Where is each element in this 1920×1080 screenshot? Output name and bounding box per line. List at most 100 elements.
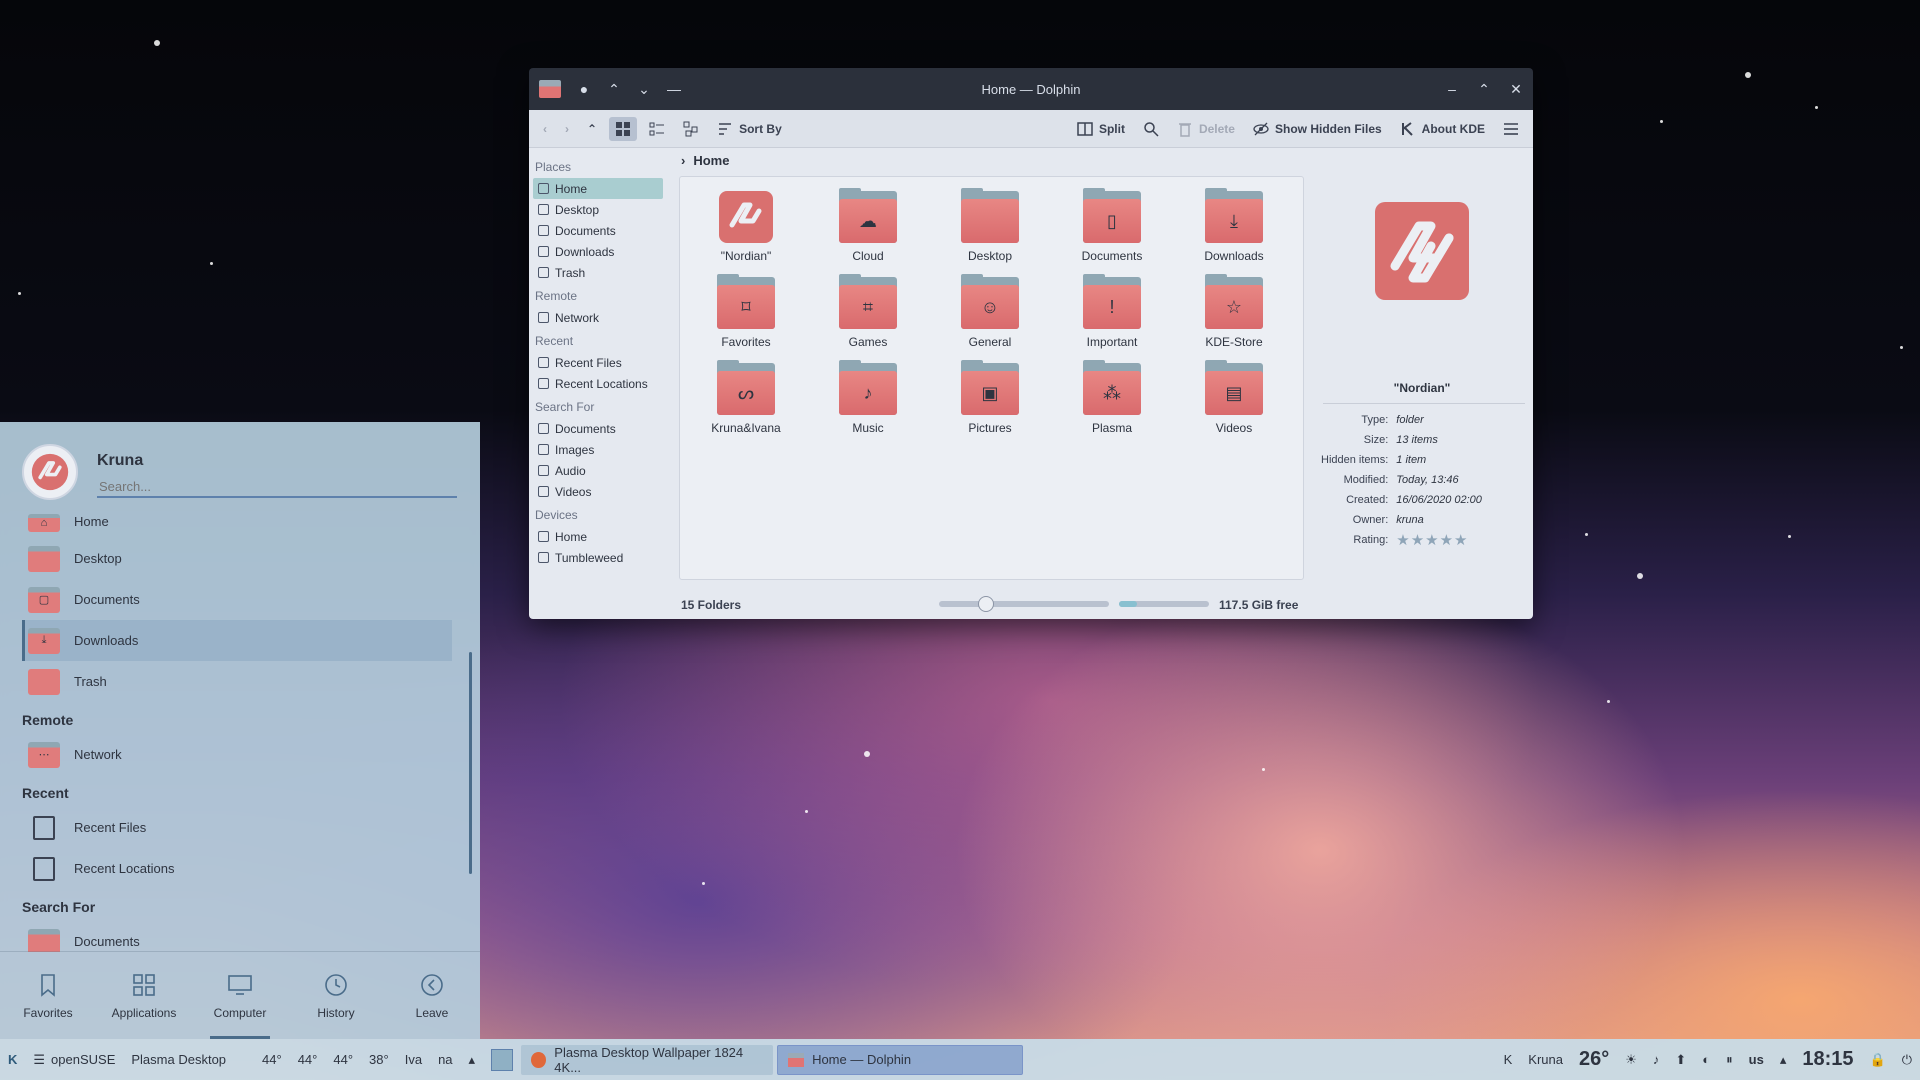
folder-item[interactable]: ☁ Cloud [807,188,929,263]
places-item-documents[interactable]: Documents [529,220,667,241]
show-hidden-files-button[interactable]: Show Hidden Files [1247,117,1388,141]
folder-item[interactable]: ⁂ Plasma [1051,360,1173,435]
search-button[interactable] [1137,117,1165,141]
launcher-item-trash[interactable]: Trash [22,661,452,702]
places-item-search-documents[interactable]: Documents [529,418,667,439]
forward-button[interactable]: › [559,118,575,140]
places-item-recent-locations[interactable]: Recent Locations [529,373,667,394]
launcher-item-recent-locations[interactable]: Recent Locations [22,848,452,889]
power-icon[interactable]: ⏻ [1894,1052,1920,1068]
search-input[interactable] [97,476,457,498]
panel-user[interactable]: Kruna [1520,1052,1571,1067]
desktop-label[interactable]: Plasma Desktop [123,1052,234,1067]
lock-icon[interactable]: 🔒 [1862,1052,1894,1068]
compact-view-button[interactable] [643,117,671,141]
places-item-search-images[interactable]: Images [529,439,667,460]
sort-by-button[interactable]: Sort By [711,117,788,141]
places-item-network[interactable]: Network [529,307,667,328]
details-view-button[interactable] [677,117,705,141]
delete-button[interactable]: Delete [1171,117,1241,141]
folder-item[interactable]: ⌗ Games [807,274,929,349]
volume-icon[interactable]: ◐ [1694,1052,1718,1067]
split-button[interactable]: Split [1071,117,1131,141]
clock[interactable]: 18:15 [1794,1048,1861,1071]
tab-leave[interactable]: Leave [384,952,480,1039]
keyboard-layout[interactable]: us [1741,1052,1772,1067]
places-item-trash[interactable]: Trash [529,262,667,283]
folder-item[interactable]: ! Important [1051,274,1173,349]
launcher-item-home[interactable]: ⌂ Home [22,514,452,538]
folder-item[interactable]: ☺ General [929,274,1051,349]
launcher-item-downloads[interactable]: ⤓ Downloads [22,620,452,661]
weather-temp[interactable]: 26° [1571,1048,1617,1071]
shade-icon[interactable]: — [667,81,681,97]
places-item-recent-files[interactable]: Recent Files [529,352,667,373]
tab-computer[interactable]: Computer [192,952,288,1039]
task-wallpaper[interactable]: Plasma Desktop Wallpaper 1824 4K... [521,1044,774,1075]
pin-icon[interactable]: ● [577,81,591,97]
places-item-desktop[interactable]: Desktop [529,199,667,220]
pager[interactable] [483,1048,521,1071]
user-switch[interactable]: na [430,1052,460,1067]
tab-favorites[interactable]: Favorites [0,952,96,1039]
keep-below-icon[interactable]: ⌄ [637,81,651,98]
kde-connect-icon[interactable]: K [1496,1052,1521,1067]
dolphin-app-icon[interactable] [539,80,561,98]
tab-history[interactable]: History [288,952,384,1039]
image-icon [538,444,549,455]
folder-item[interactable]: ♪ Music [807,360,929,435]
tray-expand-icon[interactable]: ▴ [1772,1052,1795,1068]
launcher-item-documents[interactable]: ▢ Documents [22,579,452,620]
tab-applications[interactable]: Applications [96,952,192,1039]
places-item-device-home[interactable]: Home [529,526,667,547]
folder-item[interactable]: ☆ KDE-Store [1173,274,1295,349]
icons-view-button[interactable] [609,116,638,141]
about-kde-button[interactable]: About KDE [1394,117,1491,141]
places-item-downloads[interactable]: Downloads [529,241,667,262]
bell-icon[interactable]: ♪ [1645,1052,1668,1067]
kde-launcher-button[interactable]: K [0,1052,25,1067]
close-button[interactable]: ✕ [1509,81,1523,98]
launcher-item-search-documents[interactable]: Documents [22,921,452,952]
folder-item[interactable]: ⤓ Downloads [1173,188,1295,263]
folder-item[interactable]: ▣ Pictures [929,360,1051,435]
dolphin-app-icon [788,1052,805,1067]
hamburger-menu-button[interactable] [1497,117,1525,141]
minimize-button[interactable]: – [1445,81,1459,98]
folder-label: Plasma [1091,421,1132,435]
window-titlebar[interactable]: ● ⌃ ⌄ — Home — Dolphin – ⌃ ✕ [529,68,1533,110]
places-item-device-tumbleweed[interactable]: Tumbleweed [529,547,667,568]
keep-above-icon[interactable]: ⌃ [607,81,621,98]
file-view[interactable]: "Nordian" ☁ Cloud Desktop ▯ Documents ⤓ Downloa… [679,176,1304,580]
places-item-search-videos[interactable]: Videos [529,481,667,502]
places-item-home[interactable]: Home [533,178,663,199]
user-switch[interactable]: Iva [397,1052,430,1067]
sun-icon[interactable]: ☀ [1617,1052,1645,1068]
breadcrumb-current[interactable]: Home [693,153,729,168]
update-icon[interactable]: ⬆ [1667,1052,1694,1068]
folder-item[interactable]: ▯ Documents [1051,188,1173,263]
chevron-up-icon[interactable]: ▴ [461,1052,484,1068]
maximize-button[interactable]: ⌃ [1477,81,1491,98]
launcher-scrollbar[interactable] [469,652,472,874]
up-button[interactable]: ⌃ [581,118,603,140]
avatar[interactable] [22,444,78,500]
zoom-slider-handle[interactable] [977,596,994,612]
places-item-search-audio[interactable]: Audio [529,460,667,481]
launcher-item-recent-files[interactable]: Recent Files [22,807,452,848]
launcher-item-network[interactable]: ⋯ Network [22,734,452,775]
menu-button[interactable]: ☰ openSUSE [25,1052,123,1068]
folder-item[interactable]: Desktop [929,188,1051,263]
folder-item[interactable]: ▤ Videos [1173,360,1295,435]
folder-item[interactable]: "Nordian" [685,191,807,263]
back-button[interactable]: ‹ [537,118,553,140]
zoom-slider[interactable] [939,596,1109,612]
folder-item[interactable]: ᔕ Kruna&Ivana [685,360,807,435]
launcher-item-desktop[interactable]: Desktop [22,538,452,579]
task-dolphin[interactable]: Home — Dolphin [777,1044,1024,1075]
rating-stars[interactable]: ★★★★★ [1396,532,1468,549]
breadcrumb[interactable]: › Home [667,148,1311,172]
folder-item[interactable]: ⌑ Favorites [685,274,807,349]
info-key: Modified: [1343,474,1389,486]
media-pause-icon[interactable]: ⏸ [1718,1052,1741,1068]
